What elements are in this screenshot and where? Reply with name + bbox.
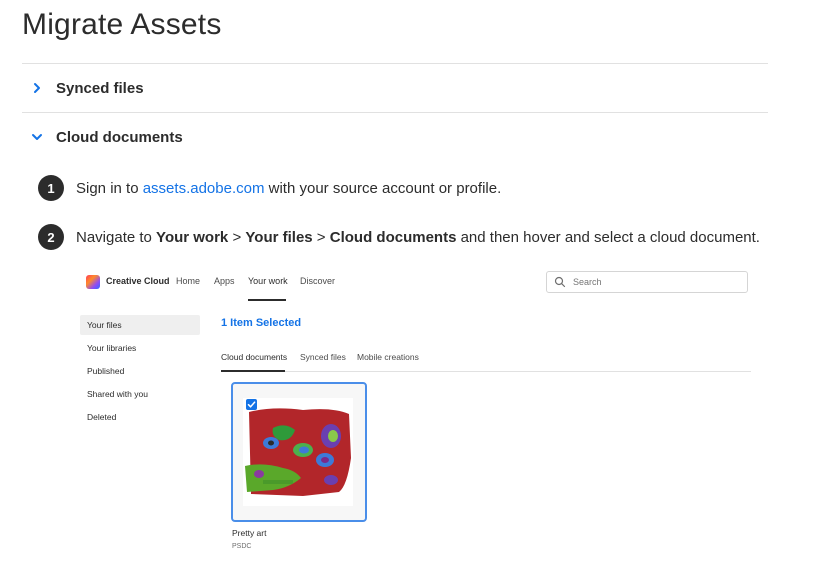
checkmark-icon [247,401,256,408]
cc-top-nav: Creative Cloud Home Apps Your work Disco… [76,262,752,302]
step-text-part: Navigate to [76,228,157,246]
cc-nav-apps[interactable]: Apps [214,276,235,286]
step-text: Navigate to Your work > Your files > Clo… [76,229,760,246]
step-bold-part: Your work [156,228,229,246]
cc-nav-discover[interactable]: Discover [300,276,335,286]
file-card[interactable] [231,382,367,522]
tab-active-indicator [221,370,285,372]
step-text-part: with your source account or profile. [264,179,502,197]
artwork-image [243,398,353,506]
accordion-label: Synced files [56,79,144,97]
tab-synced-files[interactable]: Synced files [300,352,346,362]
file-name: Pretty art [232,528,267,538]
chevron-down-icon [32,134,42,140]
sidebar-item-label: Deleted [87,412,117,422]
file-thumbnail [243,398,353,506]
cc-brand-name: Creative Cloud [106,276,170,286]
step-text-part: Sign in to [76,179,143,197]
cc-nav-active-indicator [248,299,286,301]
chevron-right-icon [34,83,40,93]
divider [22,112,768,113]
cc-search-box[interactable] [546,271,748,293]
step-number-badge: 2 [38,224,64,250]
divider [22,63,768,64]
sidebar-item-label: Your files [87,320,122,330]
sidebar-item-label: Your libraries [87,343,137,353]
step-number-badge: 1 [38,175,64,201]
creative-cloud-logo-icon [86,275,100,289]
page-title: Migrate Assets [22,8,222,41]
step-2: 2 Navigate to Your work > Your files > C… [38,224,760,250]
tab-mobile-creations[interactable]: Mobile creations [357,352,419,362]
step-bold-part: Cloud documents [329,228,457,246]
step-text-part: and then hover and select a cloud docume… [456,228,760,246]
cc-nav-your-work[interactable]: Your work [248,276,288,286]
search-input[interactable] [571,274,745,290]
cc-sidebar-deleted[interactable]: Deleted [80,407,200,427]
sidebar-item-label: Shared with you [87,389,148,399]
assets-link[interactable]: assets.adobe.com [143,180,265,197]
selection-status: 1 Item Selected [221,317,302,329]
step-1: 1 Sign in to assets.adobe.com with your … [38,175,501,201]
step-bold-part: Your files [245,228,313,246]
tab-cloud-documents[interactable]: Cloud documents [221,352,287,362]
search-icon [554,276,566,288]
file-type: PSDC [232,543,252,550]
step-separator: > [312,228,330,246]
cc-sidebar-published[interactable]: Published [80,361,200,381]
cc-sidebar-your-libraries[interactable]: Your libraries [80,338,200,358]
step-separator: > [228,228,246,246]
step-text: Sign in to assets.adobe.com with your so… [76,180,501,197]
accordion-cloud-documents[interactable]: Cloud documents [30,122,183,152]
creative-cloud-screenshot: Creative Cloud Home Apps Your work Disco… [76,262,752,556]
tab-divider [221,371,751,372]
accordion-label: Cloud documents [56,128,183,146]
checkbox-checked-icon[interactable] [246,399,257,410]
cc-sidebar-your-files[interactable]: Your files [80,315,200,335]
cc-nav-home[interactable]: Home [176,276,200,286]
cc-sidebar-shared-with-you[interactable]: Shared with you [80,384,200,404]
sidebar-item-label: Published [87,366,125,376]
accordion-synced-files[interactable]: Synced files [30,73,144,103]
